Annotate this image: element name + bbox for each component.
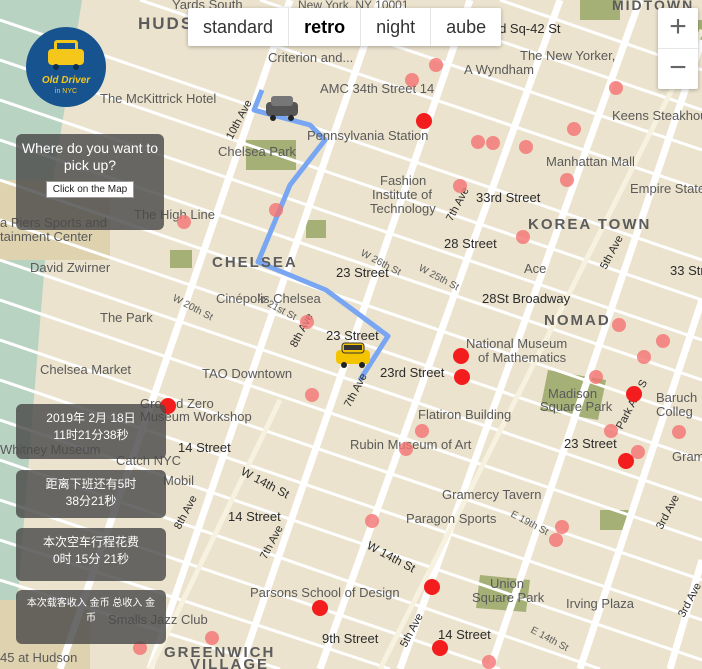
place-label: Chelsea Market	[40, 362, 131, 377]
taxi-current-icon	[336, 342, 370, 368]
place-label: Parsons School of Design	[250, 585, 400, 600]
place-label: Baruch	[656, 390, 697, 405]
street-label: 14 Street	[228, 509, 281, 524]
place-label: The New Yorker,	[520, 48, 615, 63]
street-label: 14 Street	[178, 440, 231, 455]
area-label: NOMAD	[544, 312, 611, 329]
place-label: Technology	[370, 201, 436, 216]
area-label: VILLAGE	[190, 656, 269, 669]
zoom-control: + −	[658, 8, 698, 89]
place-label: TAO Downtown	[202, 366, 292, 381]
place-label: 45 at Hudson	[0, 650, 77, 665]
trip-cost-line1: 本次空车行程花费	[42, 535, 139, 549]
street-label: 14 Street	[438, 627, 491, 642]
park-block	[170, 250, 192, 268]
street-label: 3rd Ave	[654, 493, 682, 531]
style-night-button[interactable]: night	[361, 8, 432, 46]
place-label: Irving Plaza	[566, 596, 635, 611]
trip-cost-panel: 本次空车行程花费 0时 15分 21秒	[16, 528, 166, 581]
hotspot-layer-faded	[133, 58, 686, 669]
street-label: 3rd Ave	[676, 581, 702, 619]
street-label: W 14th St	[365, 538, 419, 575]
place-label: Criterion and...	[268, 50, 353, 65]
place-label: Square Park	[540, 399, 613, 414]
area-label: CHELSEA	[212, 254, 298, 271]
place-label: tainment Center	[0, 229, 93, 244]
place-label: A Wyndham	[464, 62, 534, 77]
trip-cost-line2: 0时 15分 21秒	[52, 552, 130, 566]
street-label: 5th Ave	[598, 234, 626, 272]
area-label: HUDS	[138, 14, 194, 33]
place-label: The McKittrick Hotel	[100, 91, 216, 106]
pickup-question: Where do you want to pick up?	[21, 140, 159, 173]
style-retro-button[interactable]: retro	[289, 8, 362, 46]
street-label: 33 Street	[670, 263, 702, 278]
time-text: 11时21分38秒	[53, 428, 129, 442]
street-label: 33rd Street	[476, 190, 541, 205]
off-work-panel: 距离下班还有5时 38分21秒	[16, 470, 166, 518]
street-label: 28St Broadway	[482, 291, 571, 306]
place-label: David Zwirner	[30, 260, 111, 275]
taxi-logo-icon	[48, 40, 84, 70]
logo-title: Old Driver	[41, 75, 91, 86]
place-label: National Museum	[466, 336, 567, 351]
off-work-line1: 距离下班还有5时	[45, 477, 137, 491]
place-label: Union	[490, 576, 524, 591]
pickup-panel: Where do you want to pick up? Click on t…	[16, 134, 164, 230]
app-logo: Old Driver in NYC	[26, 27, 106, 107]
street-label: 23rd Street	[380, 365, 445, 380]
place-label: Chelsea Park	[218, 144, 297, 159]
street-label: 23 Street	[564, 436, 617, 451]
off-work-line2: 38分21秒	[65, 494, 117, 508]
place-label: Empire State	[630, 181, 702, 196]
place-label: The Park	[100, 310, 153, 325]
place-label: Colleg	[656, 404, 693, 419]
place-label: of Mathematics	[478, 350, 567, 365]
click-on-map-button[interactable]: Click on the Map	[45, 181, 135, 198]
zoom-out-button[interactable]: −	[658, 49, 698, 89]
place-label: Paragon Sports	[406, 511, 497, 526]
income-panel: 本次载客收入 金币 总收入 金币	[16, 590, 166, 644]
park-block	[306, 220, 326, 238]
street-label: E 14th St	[529, 625, 571, 654]
place-label: Gramercy	[672, 449, 702, 464]
place-label: Ace	[524, 261, 546, 276]
date-text: 2019年 2月 18日	[46, 411, 136, 425]
income-text: 本次载客收入 金币 总收入 金币	[26, 598, 156, 624]
zoom-in-button[interactable]: +	[658, 8, 698, 49]
area-label: KOREA TOWN	[528, 216, 651, 233]
map-style-switcher: standard retro night aube	[188, 8, 502, 46]
street-label: Park Ave S	[614, 378, 650, 432]
place-label: Institute of	[372, 187, 432, 202]
street-label: 23 Street	[326, 328, 379, 343]
place-label: Keens Steakhouse	[612, 108, 702, 123]
place-label: Fashion	[380, 173, 426, 188]
place-label: Pennsylvania Station	[307, 128, 428, 143]
place-label: Manhattan Mall	[546, 154, 635, 169]
style-aube-button[interactable]: aube	[431, 8, 501, 46]
place-label: Mobil	[163, 473, 194, 488]
place-label: Flatiron Building	[418, 407, 511, 422]
logo-subtitle: in NYC	[54, 88, 78, 95]
place-label: Square Park	[472, 590, 545, 605]
datetime-panel: 2019年 2月 18日 11时21分38秒	[16, 404, 166, 459]
place-label: Gramercy Tavern	[442, 487, 541, 502]
street-label: 9th Street	[322, 631, 379, 646]
street-label: 28 Street	[444, 236, 497, 251]
style-standard-button[interactable]: standard	[188, 8, 290, 46]
